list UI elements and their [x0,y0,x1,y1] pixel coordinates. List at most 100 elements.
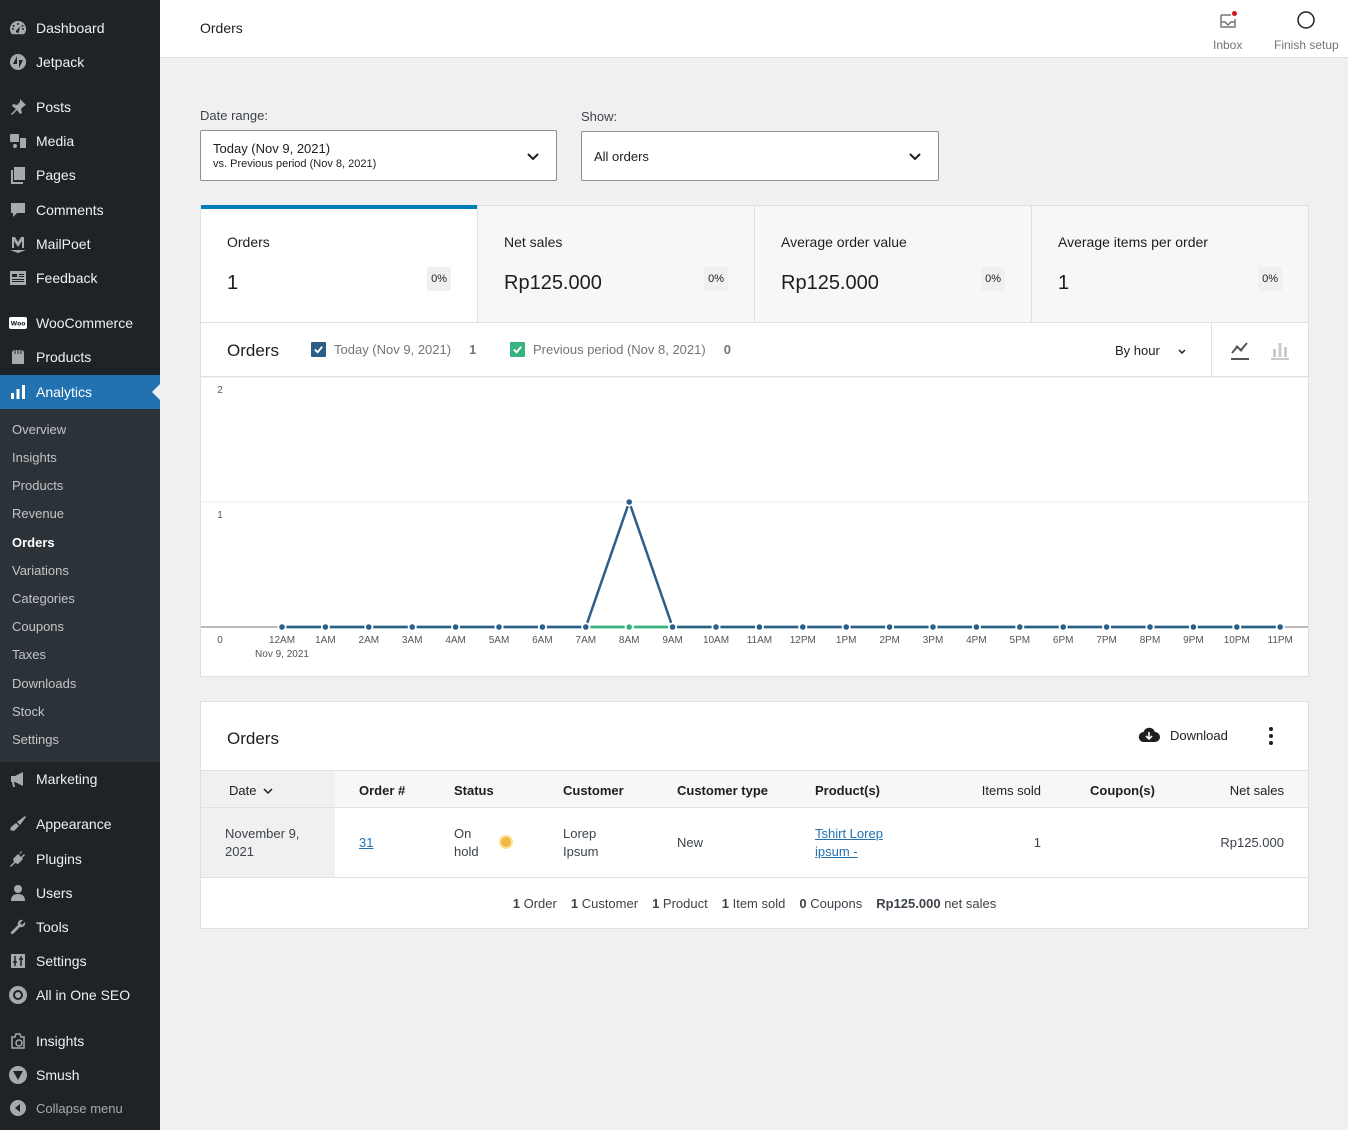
cell-items-sold: 1 [1033,835,1041,850]
sidebar-item-label: Media [36,133,75,149]
data-point [322,624,329,630]
data-point [886,624,893,630]
x-tick-label: 4AM [445,635,466,646]
submenu-overview[interactable]: Overview [12,422,66,437]
submenu-revenue[interactable]: Revenue [12,506,64,521]
sidebar-item-aioseo[interactable]: All in One SEO [0,978,160,1012]
sidebar-item-appearance[interactable]: Appearance [0,807,160,841]
sidebar-item-pages[interactable]: Pages [0,158,160,192]
top-bar: Orders Inbox Finish setup [160,0,1348,58]
sidebar-item-tools[interactable]: Tools [0,910,160,944]
submenu-orders[interactable]: Orders [12,535,55,550]
more-options-button[interactable] [1261,724,1281,748]
sidebar-item-posts[interactable]: Posts [0,90,160,124]
column-header-status[interactable]: Status [454,783,494,798]
summary-card-net-sales[interactable]: Net sales Rp125.000 0% [478,206,755,322]
summary-card-average-items[interactable]: Average items per order 1 0% [1032,206,1308,322]
inbox-button[interactable]: Inbox [1213,10,1242,52]
summary-card-orders[interactable]: Orders 1 0% [201,205,478,322]
interval-value: By hour [1115,343,1160,358]
sidebar-item-media[interactable]: Media [0,124,160,158]
sidebar-item-comments[interactable]: Comments [0,193,160,227]
collapse-menu-label: Collapse menu [36,1100,123,1116]
page-title: Orders [200,20,243,36]
x-tick-label: 3PM [923,635,944,646]
summary-count: Rp125.000 [876,895,941,911]
submenu-stock[interactable]: Stock [12,704,45,719]
cell-customer-type: New [677,835,704,850]
products-icon [0,347,36,367]
summary-card-average-order-value[interactable]: Average order value Rp125.000 0% [755,206,1032,322]
submenu-taxes[interactable]: Taxes [12,647,46,662]
column-header-items-sold[interactable]: Items sold [982,783,1041,798]
sidebar-item-settings[interactable]: Settings [0,944,160,978]
data-point [713,624,719,630]
show-filter-select[interactable]: All orders [581,131,939,181]
line-chart-icon[interactable] [1230,339,1250,361]
y-tick-label: 0 [217,635,223,646]
summary-label: net sales [944,895,997,911]
chevron-down-icon [1178,348,1186,354]
summary-net-sales: Rp125.000 net sales [876,896,996,911]
pin-icon [0,97,36,117]
submenu-categories[interactable]: Categories [12,591,75,606]
download-label: Download [1170,727,1228,743]
sidebar-item-analytics[interactable]: Analytics [0,375,160,409]
bar-chart-icon[interactable] [1270,339,1290,361]
sidebar-item-plugins[interactable]: Plugins [0,842,160,876]
finish-setup-button[interactable]: Finish setup [1274,10,1339,52]
sidebar-item-smush[interactable]: Smush [0,1058,160,1092]
sidebar-item-products[interactable]: Products [0,340,160,374]
legend-item-current[interactable]: Today (Nov 9, 2021) 1 [311,342,476,357]
sidebar-item-woocommerce[interactable]: Woo WooCommerce [0,306,160,340]
date-range-picker[interactable]: Today (Nov 9, 2021) vs. Previous period … [200,130,557,181]
x-tick-label: 11AM [747,635,772,646]
order-link[interactable]: 31 [359,835,373,850]
submenu-coupons[interactable]: Coupons [12,619,64,634]
summary-count: 1 [652,895,660,911]
card-label: Orders [227,234,270,250]
sidebar-item-mailpoet[interactable]: MailPoet [0,227,160,261]
sidebar-item-marketing[interactable]: Marketing [0,762,160,796]
collapse-menu-button[interactable]: Collapse menu [0,1091,160,1125]
product-link[interactable]: Tshirt Lorep [815,825,883,843]
submenu-settings[interactable]: Settings [12,732,59,747]
card-value: 1 [1058,272,1070,294]
column-header-date[interactable]: Date [229,783,274,798]
data-point [1234,624,1240,630]
summary-count: 1 [721,895,729,911]
cell-text: hold [454,844,479,859]
x-tick-label: 4PM [966,635,987,646]
orders-table-panel: Orders Download Date Order # Status Cust… [200,701,1309,929]
x-tick-label: 2AM [359,635,380,646]
submenu-downloads[interactable]: Downloads [12,676,76,691]
column-header-customer-type[interactable]: Customer type [677,783,768,798]
column-header-order[interactable]: Order # [359,783,405,798]
submenu-products[interactable]: Products [12,478,63,493]
interval-select[interactable]: By hour [1115,343,1188,358]
date-range-secondary: vs. Previous period (Nov 8, 2021) [213,158,377,170]
column-label: Date [229,783,257,798]
sidebar-item-label: Pages [36,167,76,183]
column-header-customer[interactable]: Customer [563,783,624,798]
legend-item-previous[interactable]: Previous period (Nov 8, 2021) 0 [510,342,731,357]
sidebar-item-users[interactable]: Users [0,876,160,910]
sidebar-item-jetpack[interactable]: Jetpack [0,45,160,79]
cell-status: On hold [454,825,479,861]
collapse-icon [0,1098,36,1118]
sidebar-item-label: Feedback [36,270,98,286]
data-point [539,624,546,630]
product-link[interactable]: ipsum - [815,843,883,861]
legend-total: 1 [469,342,477,357]
mailpoet-icon [0,234,36,254]
sidebar-item-feedback[interactable]: Feedback [0,261,160,295]
sidebar-item-insights[interactable]: Insights [0,1024,160,1058]
column-header-net-sales[interactable]: Net sales [1230,783,1284,798]
column-header-coupons[interactable]: Coupon(s) [1090,783,1155,798]
card-label: Average order value [781,234,907,250]
column-header-products[interactable]: Product(s) [815,783,880,798]
submenu-variations[interactable]: Variations [12,563,69,578]
download-button[interactable]: Download [1138,726,1228,744]
sidebar-item-dashboard[interactable]: Dashboard [0,11,160,45]
submenu-insights[interactable]: Insights [12,450,57,465]
